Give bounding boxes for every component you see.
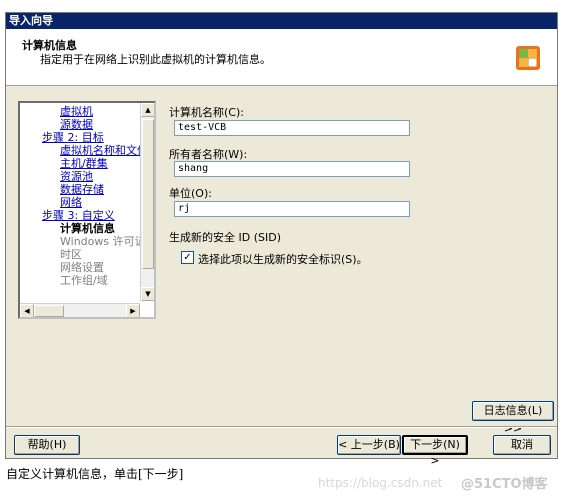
horizontal-scrollbar[interactable]: ◀ ▶	[20, 303, 140, 317]
step-item[interactable]: 源数据	[60, 119, 93, 131]
wizard-steps-tree[interactable]: 虚拟机 源数据 步骤 2: 目标 虚拟机名称和文件 主机/群集 资源池 数据存储 网络 步骤 3…	[18, 101, 156, 319]
step-item[interactable]: 数据存储	[60, 184, 104, 196]
back-button[interactable]: < 上一步(B)	[337, 435, 401, 455]
next-button[interactable]: 下一步(N) >	[402, 435, 468, 467]
step-item[interactable]: 主机/群集	[60, 158, 108, 170]
owner-name-label: 所有者名称(W):	[169, 148, 248, 161]
step-item[interactable]: 虚拟机名称和文件	[60, 145, 142, 157]
sid-checkbox-label[interactable]: 选择此项以生成新的安全标识(S)。	[198, 251, 368, 267]
arrow-down-icon[interactable]: ▼	[141, 287, 154, 301]
log-info-button[interactable]: 日志信息(L) >>	[472, 401, 554, 435]
step-item: Windows 许可证	[60, 235, 142, 248]
step-item: 时区	[60, 248, 82, 261]
arrow-up-icon[interactable]: ▲	[141, 103, 154, 117]
wizard-logo-icon	[516, 46, 540, 70]
computer-name-input[interactable]: test-VCB	[174, 120, 410, 136]
horizontal-scroll-thumb[interactable]	[34, 305, 64, 317]
arrow-right-icon[interactable]: ▶	[126, 304, 140, 317]
import-wizard-window: 导入向导 计算机信息 指定用于在网络上识别此虚拟机的计算机信息。 虚拟机 源数据步…	[5, 12, 558, 467]
window-title: 导入向导	[6, 13, 557, 29]
step-item[interactable]: 资源池	[60, 171, 93, 183]
divider	[6, 426, 557, 428]
sid-section-label: 生成新的安全 ID (SID)	[169, 231, 281, 244]
help-button[interactable]: 帮助(H)	[14, 435, 80, 455]
watermark-logo: @51CTO博客	[461, 477, 548, 492]
step-item: 网络设置	[60, 261, 104, 274]
step-item[interactable]: 网络	[60, 197, 82, 209]
step-item: 工作组/域	[60, 274, 108, 287]
computer-name-label: 计算机名称(C):	[169, 106, 244, 119]
cancel-button[interactable]: 取消	[493, 435, 551, 455]
vertical-scroll-thumb[interactable]	[142, 119, 154, 269]
caption-text: 自定义计算机信息，单击[下一步]	[6, 467, 184, 481]
organization-input[interactable]: rj	[174, 201, 410, 217]
steps-list: 虚拟机 源数据 步骤 2: 目标 虚拟机名称和文件 主机/群集 资源池 数据存储 网络 步骤 3…	[20, 103, 142, 301]
step-item[interactable]: 虚拟机	[60, 106, 93, 118]
page-subtitle: 指定用于在网络上识别此虚拟机的计算机信息。	[40, 53, 271, 66]
watermark-url: https://blog.csdn.net	[318, 476, 443, 490]
owner-name-input[interactable]: shang	[174, 161, 410, 177]
step-item[interactable]: 步骤 3: 自定义	[42, 210, 115, 222]
sid-checkbox[interactable]: ✓	[181, 251, 194, 264]
step-item: 计算机信息	[60, 222, 115, 235]
vertical-scrollbar[interactable]: ▲ ▼	[140, 103, 154, 301]
arrow-left-icon[interactable]: ◀	[20, 304, 34, 317]
wizard-header: 计算机信息 指定用于在网络上识别此虚拟机的计算机信息。	[6, 29, 557, 86]
organization-label: 单位(O):	[169, 187, 212, 200]
step-item[interactable]: 步骤 2: 目标	[42, 132, 104, 144]
